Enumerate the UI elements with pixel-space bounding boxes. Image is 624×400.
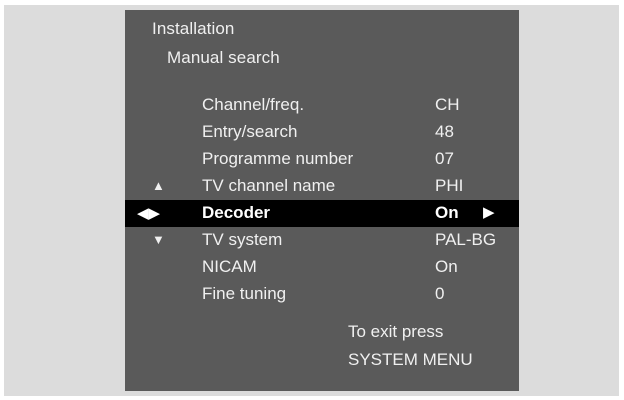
row-value: On (435, 203, 459, 222)
row-label: Channel/freq. (202, 95, 305, 114)
up-arrow-icon: ▲ (152, 178, 165, 193)
menu-row-tv-system[interactable]: TV system PAL-BG (125, 227, 519, 254)
row-label: Entry/search (202, 122, 298, 141)
row-label: Programme number (202, 149, 354, 168)
row-value: 48 (435, 122, 454, 141)
menu-row-decoder[interactable]: Decoder On ▶ (125, 200, 519, 227)
menu-row-programme-number[interactable]: Programme number 07 (125, 146, 519, 173)
row-label: TV channel name (202, 176, 336, 195)
menu-row-nicam[interactable]: NICAM On (125, 254, 519, 281)
menu-row-tv-channel-name[interactable]: TV channel name PHI (125, 173, 519, 200)
down-arrow-icon: ▼ (152, 232, 165, 247)
menu-row-fine-tuning[interactable]: Fine tuning 0 (125, 281, 519, 308)
row-value: On (435, 257, 458, 276)
menu-row-channel-freq[interactable]: Channel/freq. CH (125, 92, 519, 119)
system-menu-hint: SYSTEM MENU (348, 350, 473, 369)
row-label: NICAM (202, 257, 257, 276)
outer-frame: Installation Manual search Channel/freq.… (4, 5, 619, 396)
left-right-arrows-icon: ◀▶ (137, 205, 161, 222)
value-right-arrow-icon: ▶ (483, 204, 495, 221)
row-value: PAL-BG (435, 230, 497, 249)
tv-osd-screen: Installation Manual search Channel/freq.… (125, 10, 519, 391)
row-value: 07 (435, 149, 454, 168)
exit-instruction: To exit press (348, 322, 444, 341)
menu-row-entry-search[interactable]: Entry/search 48 (125, 119, 519, 146)
row-value: CH (435, 95, 460, 114)
row-value: PHI (435, 176, 464, 195)
row-value: 0 (435, 284, 445, 303)
menu-title: Installation (152, 19, 235, 38)
row-label: Fine tuning (202, 284, 287, 303)
row-label: TV system (202, 230, 283, 249)
row-label: Decoder (202, 203, 271, 222)
menu-subtitle: Manual search (167, 48, 280, 67)
